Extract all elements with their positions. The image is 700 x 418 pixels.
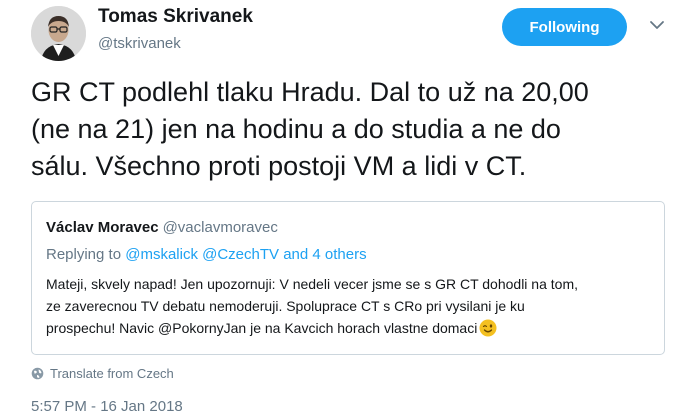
replying-to-users-link[interactable]: @mskalick @CzechTV and 4 others (125, 246, 366, 263)
quoted-text-line: Mateji, skvely napad! Jen upozornuji: V … (46, 276, 578, 292)
author-name[interactable]: Tomas Skrivanek (98, 6, 253, 28)
tweet-text-line: (ne na 21) jen na hodinu a do studia a n… (31, 114, 561, 144)
replying-to-prefix: Replying to (46, 246, 126, 263)
quoted-text-line: ze zaverecnou TV debatu nemoderuji. Spol… (46, 298, 525, 314)
translate-label[interactable]: Translate from Czech (50, 366, 174, 381)
avatar[interactable] (31, 6, 86, 61)
following-button[interactable]: Following (502, 8, 627, 46)
avatar-photo-icon (31, 6, 86, 61)
translate-link[interactable]: Translate from Czech (31, 366, 174, 381)
more-options-button[interactable] (646, 14, 668, 36)
quoted-author-handle: @vaclavmoravec (162, 219, 278, 236)
quoted-text-line: prospechu! Navic @PokornyJan je na Kavci… (46, 320, 478, 336)
quoted-tweet-text: Mateji, skvely napad! Jen upozornuji: V … (46, 273, 646, 343)
tweet-text: GR CT podlehl tlaku Hradu. Dal to už na … (31, 74, 681, 185)
chevron-down-icon (650, 21, 664, 29)
winking-face-emoji-icon (479, 319, 497, 343)
globe-icon (31, 367, 44, 380)
replying-to: Replying to @mskalick @CzechTV and 4 oth… (46, 246, 367, 263)
tweet-text-line: sálu. Všechno proti postoji VM a lidi v … (31, 151, 527, 181)
tweet-text-line: GR CT podlehl tlaku Hradu. Dal to už na … (31, 77, 589, 107)
tweet-timestamp[interactable]: 5:57 PM - 16 Jan 2018 (31, 398, 183, 415)
quoted-tweet[interactable]: Václav Moravec @vaclavmoravec Replying to… (31, 201, 665, 355)
quoted-author-name: Václav Moravec (46, 219, 159, 236)
quoted-tweet-header: Václav Moravec @vaclavmoravec (46, 219, 278, 236)
author-handle[interactable]: @tskrivanek (98, 35, 181, 52)
